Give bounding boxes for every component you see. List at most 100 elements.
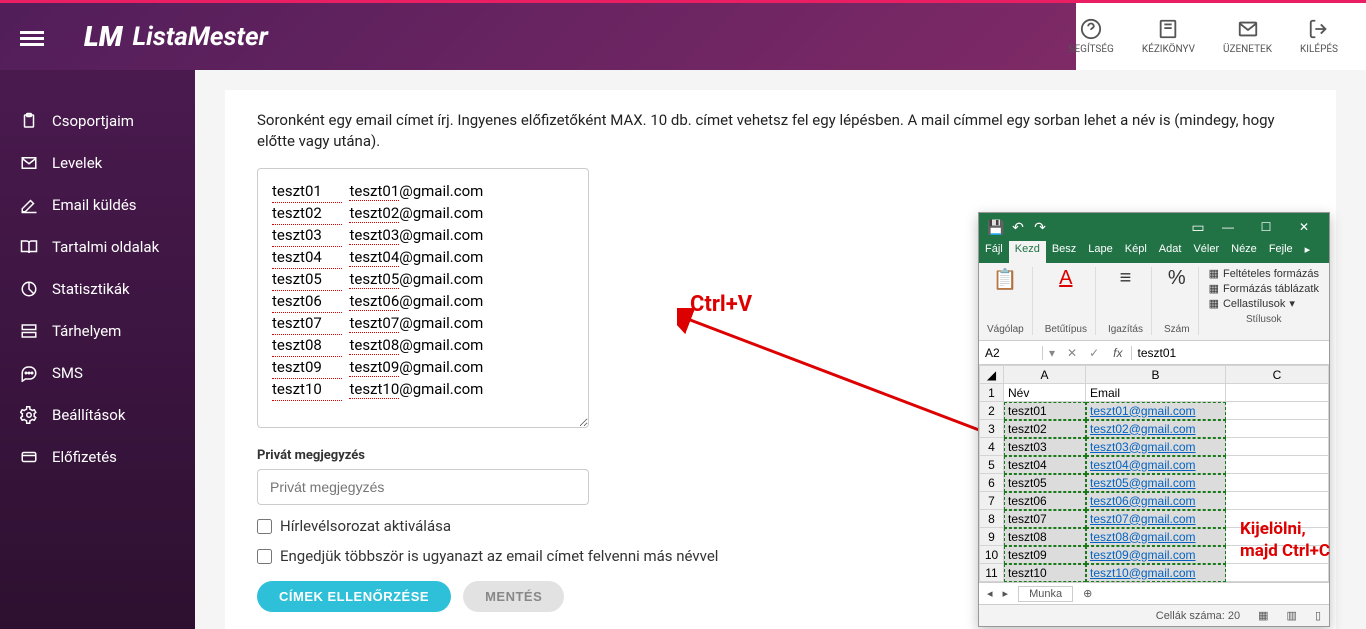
cell[interactable] bbox=[1226, 402, 1329, 420]
allow-duplicates-checkbox[interactable] bbox=[257, 549, 272, 564]
excel-formula-value[interactable]: teszt01 bbox=[1131, 346, 1330, 360]
row-number[interactable]: 11 bbox=[980, 564, 1004, 582]
row-number[interactable]: 4 bbox=[980, 438, 1004, 456]
private-note-input[interactable] bbox=[257, 469, 589, 505]
cell[interactable] bbox=[1226, 420, 1329, 438]
cell[interactable]: teszt01@gmail.com bbox=[1086, 402, 1226, 420]
excel-tab[interactable]: Néze bbox=[1225, 241, 1263, 263]
cell[interactable]: teszt03@gmail.com bbox=[1086, 438, 1226, 456]
row-number[interactable]: 8 bbox=[980, 510, 1004, 528]
cell[interactable]: teszt05 bbox=[1004, 474, 1086, 492]
excel-tab[interactable]: Képl bbox=[1119, 241, 1153, 263]
help-button[interactable]: SEGÍTSÉG bbox=[1069, 18, 1114, 55]
cell[interactable]: teszt06@gmail.com bbox=[1086, 492, 1226, 510]
sidebar-item-sms[interactable]: SMS bbox=[0, 352, 195, 394]
excel-cell-count: Cellák száma: 20 bbox=[1156, 610, 1240, 622]
excel-redo-icon[interactable]: ↷ bbox=[1029, 216, 1051, 238]
ribbon-group-align[interactable]: ≡Igazítás bbox=[1106, 267, 1152, 335]
sidebar-item-stats[interactable]: Statisztikák bbox=[0, 268, 195, 310]
handbook-button[interactable]: KÉZIKÖNYV bbox=[1142, 18, 1195, 55]
cell[interactable]: teszt04 bbox=[1004, 456, 1086, 474]
cell[interactable] bbox=[1226, 564, 1329, 582]
excel-undo-icon[interactable]: ↶ bbox=[1007, 216, 1029, 238]
row-number[interactable]: 10 bbox=[980, 546, 1004, 564]
cell[interactable]: Név bbox=[1004, 384, 1086, 402]
column-header[interactable]: A bbox=[1004, 366, 1086, 384]
cell[interactable]: teszt02 bbox=[1004, 420, 1086, 438]
column-header[interactable]: B bbox=[1086, 366, 1226, 384]
cell[interactable] bbox=[1226, 384, 1329, 402]
ribbon-group-font[interactable]: ABetűtípus bbox=[1043, 267, 1096, 335]
save-button[interactable]: MENTÉS bbox=[463, 581, 564, 612]
sidebar-item-groups[interactable]: Csoportjaim bbox=[0, 100, 195, 142]
hamburger-icon[interactable] bbox=[20, 28, 44, 46]
excel-name-box[interactable]: A2 bbox=[979, 346, 1043, 360]
view-normal-icon[interactable]: ▦ bbox=[1258, 609, 1268, 622]
excel-close-icon[interactable]: ✕ bbox=[1285, 220, 1323, 234]
messages-button[interactable]: ÜZENETEK bbox=[1223, 18, 1272, 55]
ribbon-group-styles[interactable]: ▦Feltételes formázás ▦Formázás táblázatk… bbox=[1209, 267, 1319, 325]
excel-maximize-icon[interactable]: ☐ bbox=[1247, 220, 1285, 234]
sidebar-item-content[interactable]: Tartalmi oldalak bbox=[0, 226, 195, 268]
sheet-nav-prev-icon[interactable]: ◂ bbox=[987, 587, 993, 600]
cell[interactable]: teszt08@gmail.com bbox=[1086, 528, 1226, 546]
sidebar-item-subscription[interactable]: Előfizetés bbox=[0, 436, 195, 478]
cell[interactable] bbox=[1226, 456, 1329, 474]
excel-minimize-icon[interactable]: — bbox=[1209, 220, 1247, 234]
sidebar-item-label: Levelek bbox=[52, 154, 102, 172]
cell[interactable]: teszt03 bbox=[1004, 438, 1086, 456]
email-list-textarea[interactable]: teszt01 teszt01@gmail.comteszt02 teszt02… bbox=[257, 168, 589, 428]
cell[interactable]: teszt02@gmail.com bbox=[1086, 420, 1226, 438]
column-header[interactable]: C bbox=[1226, 366, 1329, 384]
cell[interactable] bbox=[1226, 438, 1329, 456]
sheet-add-icon[interactable]: ⊕ bbox=[1083, 587, 1092, 600]
header-actions: SEGÍTSÉG KÉZIKÖNYV ÜZENETEK KILÉPÉS bbox=[1076, 3, 1366, 70]
cell[interactable]: teszt07@gmail.com bbox=[1086, 510, 1226, 528]
view-layout-icon[interactable]: ▥ bbox=[1287, 609, 1297, 622]
sidebar-item-letters[interactable]: Levelek bbox=[0, 142, 195, 184]
row-number[interactable]: 1 bbox=[980, 384, 1004, 402]
fx-icon[interactable]: fx bbox=[1105, 346, 1130, 360]
cell[interactable] bbox=[1226, 474, 1329, 492]
cell[interactable] bbox=[1226, 492, 1329, 510]
cell[interactable]: teszt08 bbox=[1004, 528, 1086, 546]
activate-newsletter-checkbox[interactable] bbox=[257, 519, 272, 534]
excel-tab[interactable]: Adat bbox=[1153, 241, 1188, 263]
row-number[interactable]: 6 bbox=[980, 474, 1004, 492]
sidebar-item-storage[interactable]: Tárhelyem bbox=[0, 310, 195, 352]
cell[interactable]: teszt09@gmail.com bbox=[1086, 546, 1226, 564]
row-number[interactable]: 2 bbox=[980, 402, 1004, 420]
row-number[interactable]: 9 bbox=[980, 528, 1004, 546]
cell[interactable]: teszt01 bbox=[1004, 402, 1086, 420]
cell[interactable]: teszt07 bbox=[1004, 510, 1086, 528]
row-number[interactable]: 3 bbox=[980, 420, 1004, 438]
cell[interactable]: teszt10@gmail.com bbox=[1086, 564, 1226, 582]
cell[interactable]: teszt05@gmail.com bbox=[1086, 474, 1226, 492]
excel-tab[interactable]: Fejle bbox=[1263, 241, 1299, 263]
cell[interactable]: teszt04@gmail.com bbox=[1086, 456, 1226, 474]
excel-save-icon[interactable]: 💾 bbox=[985, 216, 1007, 238]
check-addresses-button[interactable]: CÍMEK ELLENŐRZÉSE bbox=[257, 581, 451, 612]
logout-button[interactable]: KILÉPÉS bbox=[1300, 18, 1338, 55]
cell[interactable]: teszt09 bbox=[1004, 546, 1086, 564]
excel-tabs-more-icon[interactable]: ▸ bbox=[1299, 241, 1317, 263]
cell[interactable]: Email bbox=[1086, 384, 1226, 402]
excel-tab[interactable]: Besz bbox=[1046, 241, 1082, 263]
sheet-tab[interactable]: Munka bbox=[1018, 586, 1073, 602]
excel-tab[interactable]: Kezd bbox=[1009, 241, 1046, 263]
excel-ribbon-options-icon[interactable]: ▭ bbox=[1187, 216, 1209, 238]
view-break-icon[interactable]: ▯ bbox=[1315, 609, 1321, 622]
ribbon-group-clipboard[interactable]: 📋Vágólap bbox=[985, 267, 1033, 335]
sheet-nav-next-icon[interactable]: ▸ bbox=[1003, 587, 1009, 600]
row-number[interactable]: 5 bbox=[980, 456, 1004, 474]
excel-tab[interactable]: Véler bbox=[1187, 241, 1225, 263]
ribbon-group-number[interactable]: %Szám bbox=[1162, 267, 1199, 335]
sidebar-item-send[interactable]: Email küldés bbox=[0, 184, 195, 226]
cell[interactable]: teszt06 bbox=[1004, 492, 1086, 510]
select-all-cell[interactable]: ◢ bbox=[980, 366, 1004, 384]
sidebar-item-settings[interactable]: Beállítások bbox=[0, 394, 195, 436]
excel-tab[interactable]: Lape bbox=[1082, 241, 1118, 263]
cell[interactable]: teszt10 bbox=[1004, 564, 1086, 582]
row-number[interactable]: 7 bbox=[980, 492, 1004, 510]
excel-tab[interactable]: Fájl bbox=[979, 241, 1009, 263]
